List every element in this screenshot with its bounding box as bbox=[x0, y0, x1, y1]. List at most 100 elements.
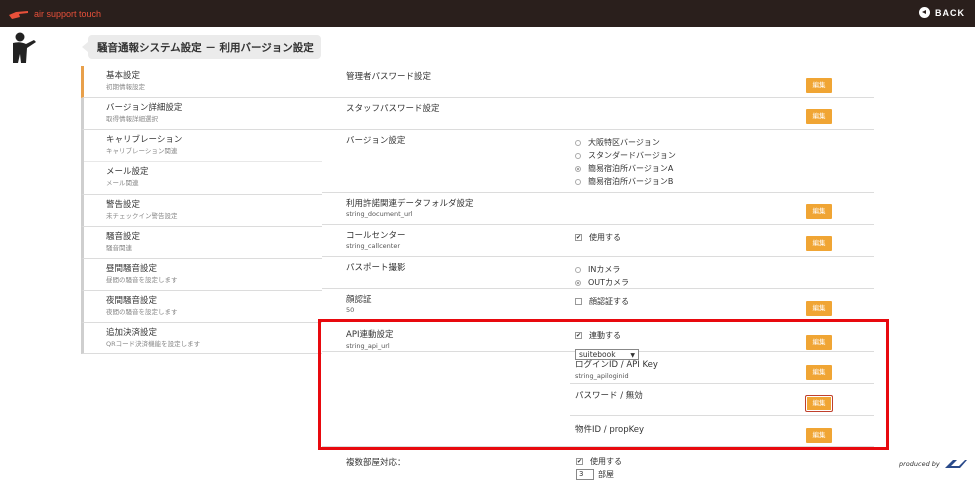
face-auth-options: 顔認証する bbox=[575, 295, 629, 308]
row-label: コールセンター bbox=[346, 231, 406, 241]
sidebar-item-version-detail[interactable]: バージョン詳細設定 取得情報詳細選択 bbox=[81, 98, 322, 130]
sidebar-item-label: 騒音設定 bbox=[106, 232, 141, 242]
highlight-box bbox=[318, 319, 889, 450]
sidebar-item-basic[interactable]: 基本設定 初期情報設定 bbox=[81, 66, 322, 98]
row-label: バージョン設定 bbox=[346, 136, 406, 146]
passport-row: パスポート撮影 INカメラ OUTカメラ bbox=[322, 257, 874, 289]
multi-room-count: 3 部屋 bbox=[576, 468, 622, 481]
option-label: 使用する bbox=[590, 457, 622, 466]
option-label: 使用する bbox=[589, 233, 621, 242]
sidebar-item-label: 夜間騒音設定 bbox=[106, 296, 158, 306]
version-row: バージョン設定 大阪特区バージョン スタンダードバージョン 簡易宿泊所バージョン… bbox=[322, 130, 874, 193]
radio-icon bbox=[575, 139, 581, 146]
sidebar-item-day-noise[interactable]: 昼間騒音設定 昼間の騒音を設定します bbox=[81, 259, 322, 291]
sidebar-item-sub: キャリブレーション関連 bbox=[106, 147, 178, 155]
call-center-checkbox[interactable]: ✔ 使用する bbox=[575, 231, 621, 244]
company-logo-icon bbox=[944, 460, 967, 468]
row-sublabel: string_callcenter bbox=[346, 242, 400, 250]
produced-by: produced by bbox=[899, 459, 967, 469]
app-logo[interactable]: air support touch bbox=[8, 6, 101, 21]
row-label: 顔認証 bbox=[346, 295, 372, 305]
option-label: 大阪特区バージョン bbox=[588, 138, 660, 147]
radio-icon bbox=[575, 152, 581, 159]
radio-selected-icon bbox=[575, 165, 581, 172]
edit-button[interactable]: 編集 bbox=[806, 236, 832, 251]
version-option[interactable]: 簡易宿泊所バージョンB bbox=[575, 175, 676, 188]
passport-option[interactable]: INカメラ bbox=[575, 263, 629, 276]
face-auth-checkbox[interactable]: 顔認証する bbox=[575, 295, 629, 308]
page-title: 騒音通報システム設定 － 利用バージョン設定 bbox=[82, 35, 321, 59]
person-pointing-icon bbox=[13, 32, 36, 63]
checkbox-checked-icon: ✔ bbox=[575, 234, 582, 241]
multi-room-label: 複数部屋対応： bbox=[346, 458, 406, 468]
back-label: BACK bbox=[935, 7, 965, 18]
sidebar-item-sub: 騒音関連 bbox=[106, 244, 132, 252]
version-options: 大阪特区バージョン スタンダードバージョン 簡易宿泊所バージョンA 簡易宿泊所バ… bbox=[575, 136, 676, 188]
sidebar-item-warning[interactable]: 警告設定 未チェックイン警告設定 bbox=[81, 195, 322, 227]
option-label: スタンダードバージョン bbox=[588, 151, 676, 160]
sidebar-item-noise[interactable]: 騒音設定 騒音関連 bbox=[81, 227, 322, 259]
back-arrow-icon bbox=[919, 7, 930, 18]
sidebar-item-label: バージョン詳細設定 bbox=[106, 103, 183, 113]
pointing-hand-icon bbox=[9, 10, 28, 19]
row-label: パスポート撮影 bbox=[346, 263, 406, 273]
top-bar: air support touch BACK bbox=[0, 0, 975, 27]
row-sublabel: string_document_url bbox=[346, 210, 413, 218]
option-label: 簡易宿泊所バージョンB bbox=[588, 177, 674, 186]
sidebar-item-sub: メール関連 bbox=[106, 179, 139, 187]
staff-password-row: スタッフパスワード設定 編集 bbox=[322, 98, 874, 130]
row-label: 管理者パスワード設定 bbox=[346, 72, 432, 82]
edit-button[interactable]: 編集 bbox=[806, 78, 832, 93]
sidebar-item-sub: 昼間の騒音を設定します bbox=[106, 276, 178, 284]
edit-button[interactable]: 編集 bbox=[806, 109, 832, 124]
option-label: 顔認証する bbox=[589, 297, 629, 306]
admin-password-row: 管理者パスワード設定 編集 bbox=[322, 66, 874, 98]
version-option[interactable]: スタンダードバージョン bbox=[575, 149, 676, 162]
option-label: 簡易宿泊所バージョンA bbox=[588, 164, 674, 173]
passport-options: INカメラ OUTカメラ bbox=[575, 263, 629, 289]
sidebar-item-label: 基本設定 bbox=[106, 71, 141, 81]
edit-button[interactable]: 編集 bbox=[806, 301, 832, 316]
sidebar-item-label: 警告設定 bbox=[106, 200, 141, 210]
sidebar-item-sub: 未チェックイン警告設定 bbox=[106, 212, 178, 220]
edit-button[interactable]: 編集 bbox=[806, 204, 832, 219]
version-option[interactable]: 簡易宿泊所バージョンA bbox=[575, 162, 676, 175]
sidebar-item-label: メール設定 bbox=[106, 167, 149, 177]
sidebar-item-sub: 初期情報設定 bbox=[106, 83, 145, 91]
sidebar-item-sub: 夜間の騒音を設定します bbox=[106, 308, 178, 316]
option-label: INカメラ bbox=[588, 265, 621, 274]
document-folder-row: 利用許諾関連データフォルダ設定 string_document_url 編集 bbox=[322, 193, 874, 225]
sidebar-group: キャリブレーション キャリブレーション関連 メール設定 メール関連 bbox=[81, 130, 322, 195]
produced-by-text: produced by bbox=[899, 460, 940, 468]
room-count-unit: 部屋 bbox=[598, 470, 614, 479]
sidebar-item-label: 昼間騒音設定 bbox=[106, 264, 158, 274]
radio-icon bbox=[575, 178, 581, 185]
row-label: スタッフパスワード設定 bbox=[346, 104, 440, 114]
sidebar-item-mail[interactable]: メール設定 メール関連 bbox=[84, 162, 322, 194]
passport-option[interactable]: OUTカメラ bbox=[575, 276, 629, 289]
sidebar-item-label: 追加決済設定 bbox=[106, 328, 158, 338]
sidebar-item-sub: 取得情報詳細選択 bbox=[106, 115, 158, 123]
sidebar: 基本設定 初期情報設定 バージョン詳細設定 取得情報詳細選択 キャリブレーション… bbox=[81, 66, 322, 354]
sidebar-item-payment[interactable]: 追加決済設定 QRコード決済機能を設定します bbox=[81, 323, 322, 354]
room-count-input[interactable]: 3 bbox=[576, 469, 594, 480]
row-sublabel: 50 bbox=[346, 306, 355, 314]
logo-text: air support touch bbox=[34, 8, 102, 19]
radio-icon bbox=[575, 266, 581, 273]
call-center-row: コールセンター string_callcenter ✔ 使用する 編集 bbox=[322, 225, 874, 257]
row-label: 利用許諾関連データフォルダ設定 bbox=[346, 199, 474, 209]
call-center-options: ✔ 使用する bbox=[575, 231, 621, 244]
checkbox-icon bbox=[575, 298, 582, 305]
sidebar-item-sub: QRコード決済機能を設定します bbox=[106, 340, 201, 348]
version-option[interactable]: 大阪特区バージョン bbox=[575, 136, 676, 149]
sidebar-item-label: キャリブレーション bbox=[106, 135, 183, 145]
back-button[interactable]: BACK bbox=[919, 7, 965, 18]
face-auth-row: 顔認証 50 顔認証する 編集 bbox=[322, 289, 874, 321]
multi-room-checkbox[interactable]: ✔ 使用する bbox=[576, 455, 622, 468]
option-label: OUTカメラ bbox=[588, 278, 630, 287]
radio-selected-icon bbox=[575, 279, 581, 286]
sidebar-item-night-noise[interactable]: 夜間騒音設定 夜間の騒音を設定します bbox=[81, 291, 322, 323]
sidebar-item-calibration[interactable]: キャリブレーション キャリブレーション関連 bbox=[84, 130, 322, 162]
checkbox-checked-icon: ✔ bbox=[576, 458, 583, 465]
multi-room-options: ✔ 使用する 3 部屋 bbox=[576, 455, 622, 481]
